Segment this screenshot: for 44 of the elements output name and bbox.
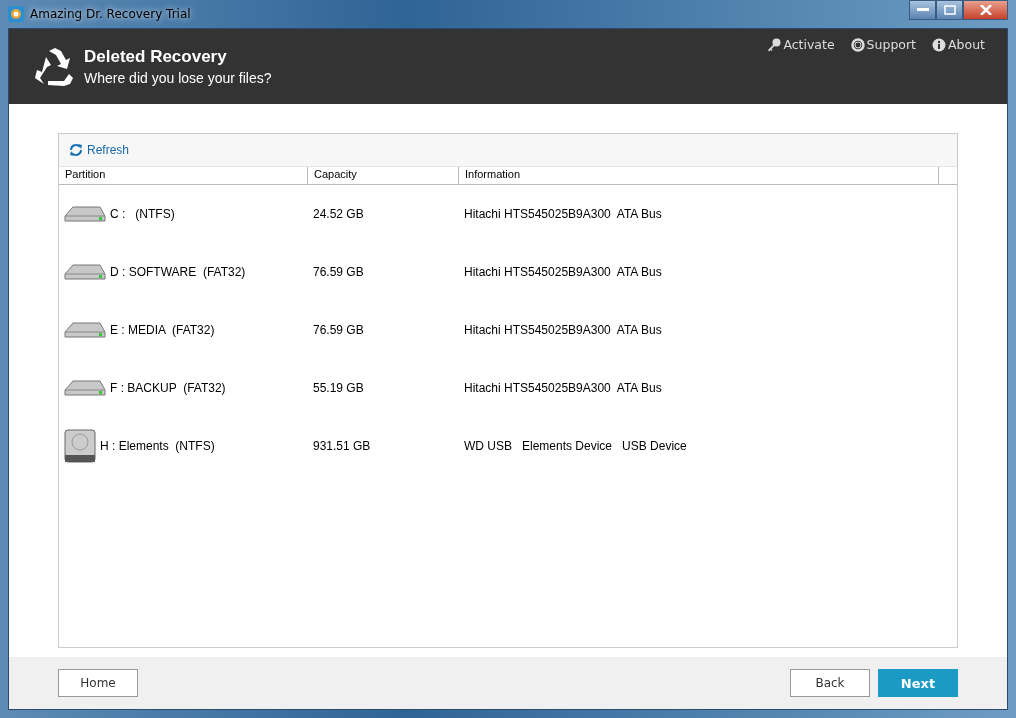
partition-name: F : BACKUP (FAT32) (110, 381, 226, 395)
minimize-icon (916, 8, 929, 12)
column-header[interactable]: Capacity (308, 167, 459, 184)
minimize-button[interactable] (909, 0, 936, 20)
page-title: Deleted Recovery (84, 47, 228, 67)
capacity-cell: 76.59 GB (313, 323, 364, 337)
home-button[interactable]: Home (58, 669, 138, 697)
capacity-cell: 931.51 GB (313, 439, 371, 453)
information-cell: WD USB Elements Device USB Device (464, 439, 687, 453)
lifebuoy-icon (850, 37, 865, 52)
capacity-cell: 24.52 GB (313, 207, 364, 221)
capacity-cell: 55.19 GB (313, 381, 364, 395)
about-link[interactable]: About (932, 37, 985, 52)
maximize-button[interactable] (936, 0, 963, 20)
page-subtitle: Where did you lose your files? (84, 70, 272, 86)
close-icon (979, 5, 992, 15)
partition-name: C : (NTFS) (110, 207, 175, 221)
partition-name: D : SOFTWARE (FAT32) (110, 265, 246, 279)
partition-name: H : Elements (NTFS) (100, 439, 215, 453)
information-cell: Hitachi HTS545025B9A300 ATA Bus (464, 323, 662, 337)
window-title: Amazing Dr. Recovery Trial (30, 7, 191, 21)
column-header[interactable]: Partition (59, 167, 308, 184)
close-button[interactable] (963, 0, 1008, 20)
external-drive-icon (64, 429, 96, 463)
capacity-cell: 76.59 GB (313, 265, 364, 279)
refresh-icon (69, 143, 83, 157)
partition-name: E : MEDIA (FAT32) (110, 323, 215, 337)
app-icon (8, 6, 24, 22)
column-header[interactable]: Information (459, 167, 939, 184)
recycle-icon (34, 46, 76, 87)
hard-drive-icon (64, 204, 106, 224)
support-link[interactable]: Support (850, 37, 917, 52)
information-cell: Hitachi HTS545025B9A300 ATA Bus (464, 381, 662, 395)
activate-link[interactable]: Activate (767, 37, 835, 52)
maximize-icon (943, 5, 956, 15)
key-icon (767, 37, 782, 52)
information-cell: Hitachi HTS545025B9A300 ATA Bus (464, 207, 662, 221)
information-cell: Hitachi HTS545025B9A300 ATA Bus (464, 265, 662, 279)
hard-drive-icon (64, 320, 106, 340)
hard-drive-icon (64, 378, 106, 398)
refresh-button[interactable]: Refresh (69, 143, 130, 157)
info-icon (932, 37, 947, 52)
hard-drive-icon (64, 262, 106, 282)
back-button[interactable]: Back (790, 669, 870, 697)
